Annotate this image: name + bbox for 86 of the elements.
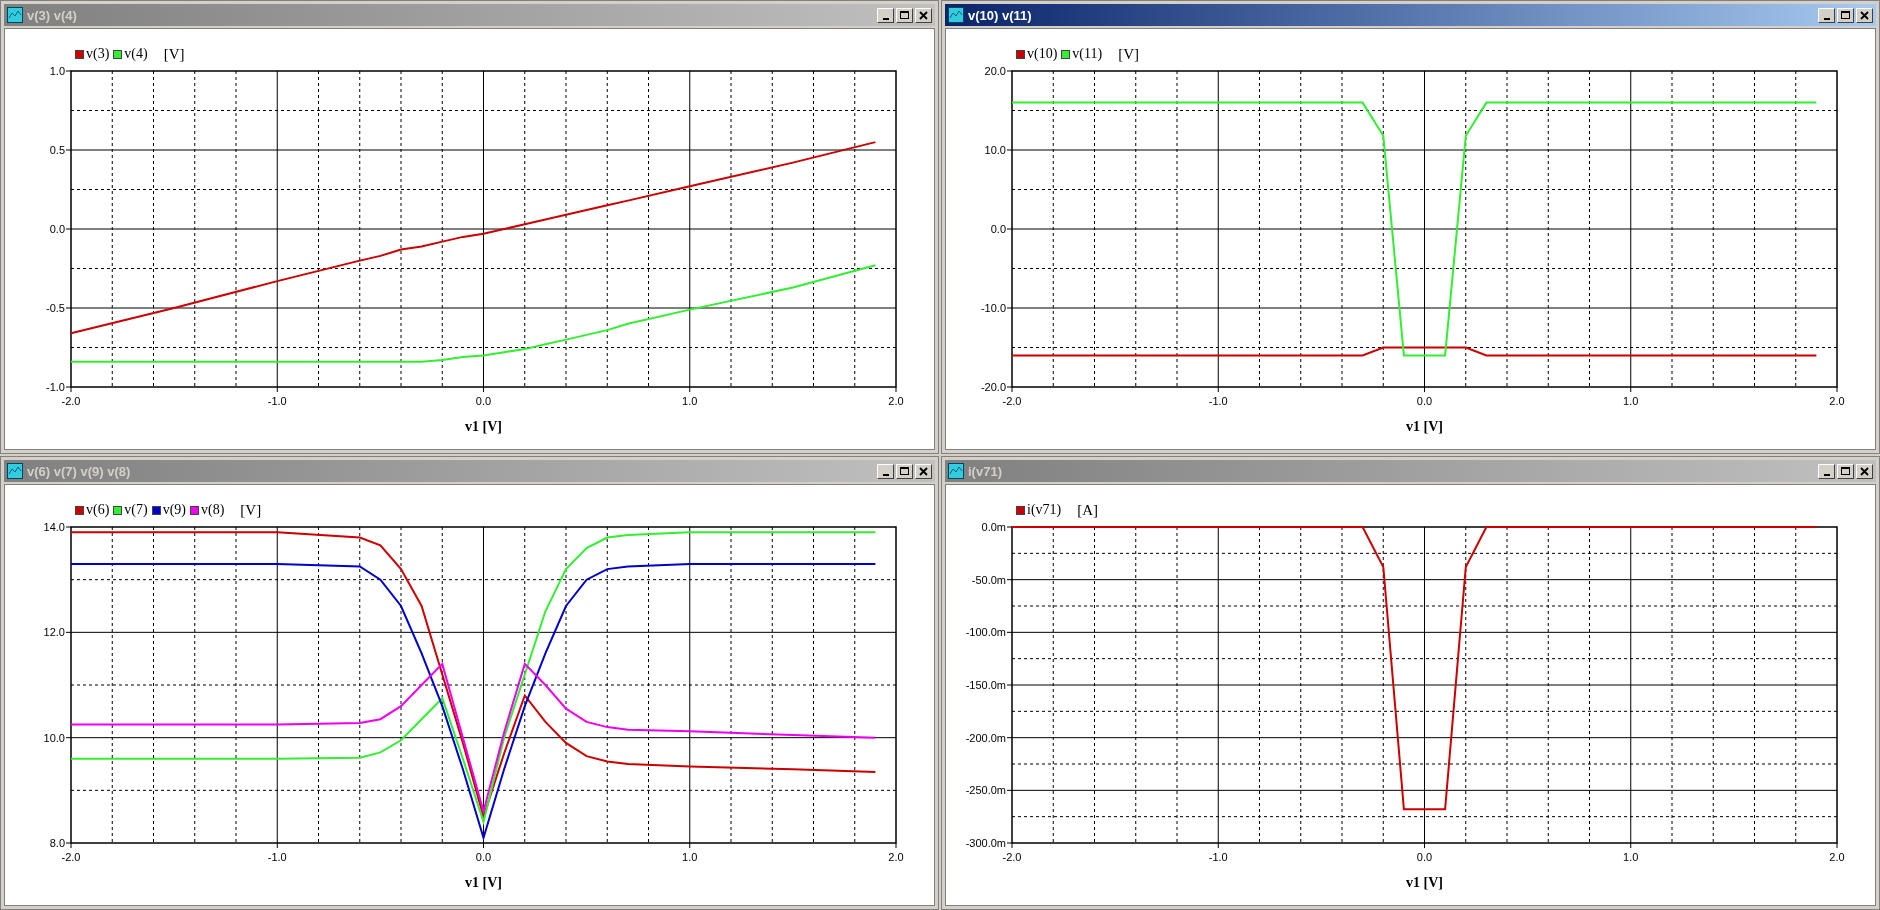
legend-label: v(3) xyxy=(86,46,110,62)
legend-label: v(7) xyxy=(124,502,148,518)
unit-label: [A] xyxy=(1077,501,1099,519)
x-tick-label: -1.0 xyxy=(267,395,287,407)
minimize-button[interactable] xyxy=(877,463,894,479)
y-tick-label: -0.5 xyxy=(46,302,65,314)
x-axis-label: v1 [V] xyxy=(1406,875,1443,890)
legend-label: i(v71) xyxy=(1027,502,1062,518)
x-tick-label: 0.0 xyxy=(475,851,492,863)
minimize-button[interactable] xyxy=(877,7,894,23)
window-title: v(6) v(7) v(9) v(8) xyxy=(27,463,132,479)
close-icon xyxy=(917,8,930,22)
x-tick-label: 1.0 xyxy=(1623,395,1639,407)
maximize-button[interactable] xyxy=(896,463,913,479)
minimize-button[interactable] xyxy=(1818,7,1835,23)
close-button[interactable] xyxy=(915,463,932,479)
legend-label: v(4) xyxy=(124,46,148,62)
x-tick-label: 1.0 xyxy=(682,851,698,863)
y-tick-label: -250.0m xyxy=(965,784,1006,797)
y-tick-label: 0.0 xyxy=(990,223,1006,235)
x-tick-label: 2.0 xyxy=(1829,851,1845,863)
y-tick-label: 0.0m xyxy=(981,521,1006,533)
y-tick-label: 8.0 xyxy=(49,837,65,849)
maximize-button[interactable] xyxy=(1837,463,1854,479)
y-tick-label: -200.0m xyxy=(965,731,1006,744)
x-axis-label: v1 [V] xyxy=(1406,419,1443,434)
window-title: v(3) v(4) xyxy=(27,7,78,23)
close-button[interactable] xyxy=(1856,7,1873,23)
x-tick-label: 2.0 xyxy=(888,395,904,407)
x-tick-label: -1.0 xyxy=(1208,395,1228,407)
app-icon xyxy=(948,463,964,479)
y-tick-label: 10.0 xyxy=(43,731,65,744)
y-tick-label: 14.0 xyxy=(43,521,65,533)
y-tick-label: -50.0m xyxy=(971,573,1006,586)
y-tick-label: 1.0 xyxy=(49,65,65,77)
y-tick-label: -300.0m xyxy=(965,837,1006,849)
legend-label: v(6) xyxy=(86,502,110,518)
y-tick-label: 0.5 xyxy=(49,144,65,156)
y-tick-label: 20.0 xyxy=(984,65,1006,77)
y-tick-label: 12.0 xyxy=(43,626,65,639)
y-tick-label: 0.0 xyxy=(49,223,65,235)
minimize-icon xyxy=(882,17,889,20)
unit-label: [V] xyxy=(163,45,185,63)
y-tick-label: -150.0m xyxy=(965,679,1006,691)
close-button[interactable] xyxy=(1856,463,1873,479)
minimize-icon xyxy=(882,473,889,476)
legend-label: v(10) xyxy=(1027,46,1058,62)
x-axis-label: v1 [V] xyxy=(465,875,502,890)
x-tick-label: 2.0 xyxy=(888,851,904,863)
app-icon xyxy=(948,7,964,23)
window-title: i(v71) xyxy=(968,463,1003,479)
x-tick-label: 0.0 xyxy=(1416,851,1433,863)
x-tick-label: -1.0 xyxy=(1208,851,1228,863)
legend-label: v(11) xyxy=(1072,46,1103,62)
close-icon xyxy=(1858,8,1871,22)
app-icon xyxy=(7,463,23,479)
x-tick-label: -2.0 xyxy=(61,395,81,407)
legend-label: v(8) xyxy=(201,502,225,518)
x-tick-label: 0.0 xyxy=(1416,395,1433,407)
x-tick-label: -2.0 xyxy=(61,851,81,863)
x-tick-label: -1.0 xyxy=(267,851,287,863)
unit-label: [V] xyxy=(240,501,262,519)
minimize-icon xyxy=(1823,17,1830,20)
y-tick-label: -100.0m xyxy=(965,626,1006,639)
y-tick-label: -1.0 xyxy=(46,381,65,393)
app-icon xyxy=(7,7,23,23)
x-tick-label: -2.0 xyxy=(1002,851,1022,863)
maximize-button[interactable] xyxy=(896,7,913,23)
x-tick-label: 1.0 xyxy=(682,395,698,407)
y-tick-label: 10.0 xyxy=(984,144,1006,156)
minimize-icon xyxy=(1823,473,1830,476)
close-button[interactable] xyxy=(915,7,932,23)
x-tick-label: 2.0 xyxy=(1829,395,1845,407)
x-tick-label: 1.0 xyxy=(1623,851,1639,863)
x-tick-label: 0.0 xyxy=(475,395,492,407)
y-tick-label: -20.0 xyxy=(980,381,1006,393)
minimize-button[interactable] xyxy=(1818,463,1835,479)
maximize-button[interactable] xyxy=(1837,7,1854,23)
y-tick-label: -10.0 xyxy=(980,302,1006,314)
close-icon xyxy=(1858,464,1871,478)
x-axis-label: v1 [V] xyxy=(465,419,502,434)
x-tick-label: -2.0 xyxy=(1002,395,1022,407)
unit-label: [V] xyxy=(1118,45,1139,63)
window-title: v(10) v(11) xyxy=(968,7,1033,23)
legend-label: v(9) xyxy=(162,502,186,518)
close-icon xyxy=(917,464,930,478)
